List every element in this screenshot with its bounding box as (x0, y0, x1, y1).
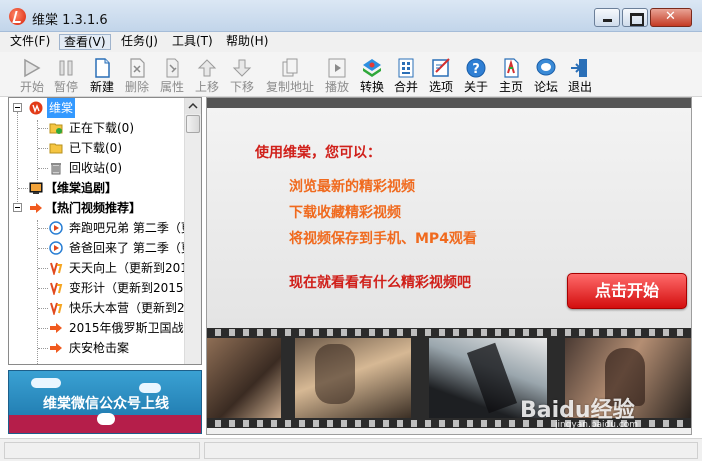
tree-guide-line (38, 328, 48, 329)
promo-cta-text: 现在就看看有什么精彩视频吧 (289, 275, 471, 291)
downloading-folder-icon (49, 123, 63, 134)
play-circle-icon (49, 241, 63, 255)
play-media-icon (328, 58, 346, 78)
tree-guide-line (38, 348, 48, 349)
tree-scrollbar[interactable] (184, 98, 201, 364)
app-logo-icon (9, 8, 26, 25)
tree-guide-line (38, 308, 48, 309)
menu-bar: 文件(F) 查看(V) 任务(J) 工具(T) 帮助(H) (0, 32, 702, 52)
scroll-up-arrow[interactable] (185, 98, 201, 114)
pause-icon (59, 60, 73, 76)
merge-icon (398, 58, 414, 78)
promo-feature-save: 将视频保存到手机、MP4观看 (289, 231, 477, 247)
baidu-watermark-url: jingyan.baidu.com (555, 420, 639, 430)
status-cell (204, 442, 698, 459)
video-thumbnail[interactable] (295, 338, 411, 418)
about-icon: ? (466, 58, 486, 78)
options-icon (432, 58, 450, 77)
tree-guide-line (38, 248, 48, 249)
status-cell (4, 442, 200, 459)
promo-title: 使用维棠，您可以： (255, 145, 381, 161)
arrow-right-icon (30, 203, 42, 213)
menu-task[interactable]: 任务(J) (117, 34, 162, 50)
tree-hot-item[interactable]: 2015年俄罗斯卫国战 (9, 318, 184, 338)
title-bar: 维棠 1.3.1.6 (0, 0, 702, 32)
scroll-thumb[interactable] (186, 115, 200, 133)
copy-address-toolbar-button[interactable]: 复制地址 (266, 54, 314, 96)
move-down-toolbar-button[interactable]: 下移 (224, 54, 260, 96)
collapse-toggle[interactable] (13, 103, 22, 112)
maximize-button[interactable] (622, 8, 648, 27)
delete-icon (130, 58, 145, 78)
window-title: 维棠 1.3.1.6 (32, 13, 108, 28)
start-button[interactable]: 点击开始 (567, 273, 687, 309)
tree-hot-item[interactable]: 庆安枪击案 (9, 338, 184, 358)
promo-feature-browse: 浏览最新的精彩视频 (289, 179, 415, 195)
arrow-right-icon (50, 323, 62, 333)
menu-view[interactable]: 查看(V) (59, 34, 111, 50)
convert-icon (363, 59, 381, 77)
tree-root-label: 维棠 (47, 98, 76, 118)
tree-root-weitang[interactable]: 维棠 (9, 98, 184, 118)
collapse-toggle[interactable] (13, 203, 22, 212)
tree-item-downloaded[interactable]: 已下载(0) (9, 138, 184, 158)
tree-hot-item[interactable]: 变形计（更新到2015- (9, 278, 188, 298)
welcome-promo: 使用维棠，您可以： 浏览最新的精彩视频 下载收藏精彩视频 将视频保存到手机、MP… (207, 108, 691, 328)
menu-tools[interactable]: 工具(T) (168, 34, 217, 50)
promo-feature-download: 下载收藏精彩视频 (289, 205, 401, 221)
close-button[interactable] (650, 8, 692, 27)
status-bar (0, 438, 702, 461)
channel-logo-icon (50, 282, 63, 295)
copy-address-icon (282, 58, 298, 77)
move-up-icon (197, 59, 217, 77)
play-arrow-icon (24, 58, 41, 78)
tree-hot-item[interactable]: 天天向上（更新到201 (9, 258, 188, 278)
tree-guide-line (18, 188, 28, 189)
exit-icon (571, 59, 587, 77)
minimize-button[interactable] (594, 8, 620, 27)
tree-guide-line (38, 228, 48, 229)
play-circle-icon (49, 221, 63, 235)
arrow-right-icon (50, 343, 62, 353)
tree-guide-line (38, 148, 48, 149)
menu-file[interactable]: 文件(F) (6, 34, 54, 50)
weitang-logo-icon (29, 101, 43, 115)
move-down-icon (232, 59, 252, 77)
forum-icon (536, 58, 556, 76)
cloud-decoration (31, 378, 61, 388)
properties-icon (166, 58, 179, 78)
tree-hot-item[interactable]: 奔跑吧兄弟 第二季（更 (9, 218, 193, 238)
tree-guide-line (38, 128, 48, 129)
menu-help[interactable]: 帮助(H) (222, 34, 272, 50)
tree-section-hot[interactable]: 【热门视频推荐】 (9, 198, 184, 218)
wechat-banner-text: 维棠微信公众号上线 (43, 396, 169, 412)
svg-text:?: ? (472, 62, 480, 77)
downloaded-folder-icon (49, 143, 63, 154)
chat-bubble-icon (97, 413, 115, 425)
channel-logo-icon (50, 262, 63, 275)
channel-logo-icon (50, 302, 63, 315)
video-thumbnail[interactable] (207, 338, 281, 418)
tree-hot-item[interactable]: 快乐大本营（更新到2 (9, 298, 185, 318)
tree-hot-item[interactable]: 爸爸回来了 第二季（更 (9, 238, 193, 258)
tv-icon (29, 182, 43, 194)
tree-guide-line (38, 268, 48, 269)
exit-toolbar-button[interactable]: 退出 (562, 54, 598, 96)
tree-item-downloading[interactable]: 正在下载(0) (9, 118, 184, 138)
tree-guide-line (38, 168, 48, 169)
recycle-bin-icon (51, 163, 61, 175)
tree-guide-line (38, 288, 48, 289)
category-tree: 维棠 正在下载(0) 已下载(0) 回收站(0) 【维棠追剧】 【热门视频推荐】… (8, 97, 202, 365)
cloud-decoration (139, 383, 161, 393)
tree-section-drama[interactable]: 【维棠追剧】 (9, 178, 184, 198)
content-header-strip (207, 98, 691, 108)
homepage-icon (504, 58, 519, 78)
tree-item-recycle-bin[interactable]: 回收站(0) (9, 158, 184, 178)
wechat-promo-banner[interactable]: 维棠微信公众号上线 (8, 370, 202, 434)
new-document-icon (95, 58, 110, 78)
chevron-up-icon (188, 102, 198, 109)
film-perforation (207, 329, 691, 336)
toolbar: 开始 暂停 新建 删除 属性 上移 下移 复制地址 播放 转换 合并 选项 ? … (0, 52, 702, 97)
main-content: 使用维棠，您可以： 浏览最新的精彩视频 下载收藏精彩视频 将视频保存到手机、MP… (206, 97, 692, 435)
